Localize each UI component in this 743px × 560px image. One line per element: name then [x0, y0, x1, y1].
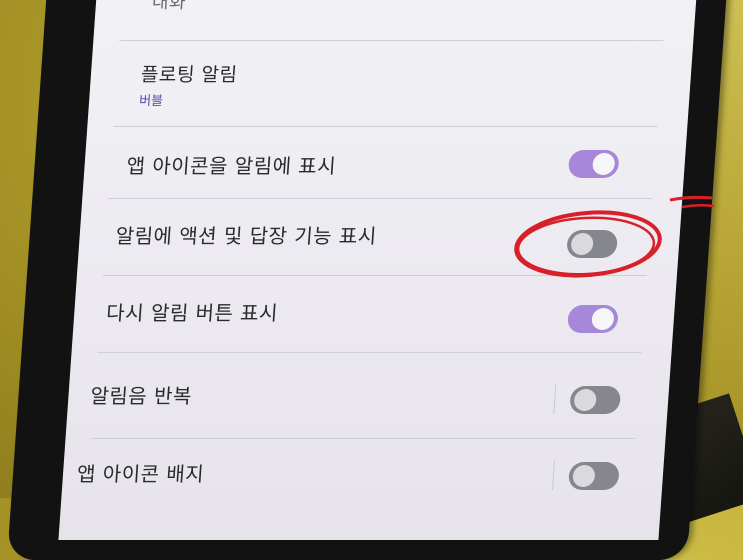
toggle-knob [591, 308, 615, 330]
toggle-knob [591, 153, 616, 175]
floating-notification-value: 버블 [138, 94, 164, 109]
app-icon-badge-label: 앱 아이콘 배지 [76, 462, 205, 486]
toggle-knob [573, 389, 597, 411]
action-reply-label: 알림에 액션 및 답장 기능 표시 [114, 224, 378, 248]
conversation-setting-label[interactable]: 대화 [151, 0, 187, 14]
floating-notification-label: 플로팅 알림 [140, 64, 239, 86]
action-reply-row[interactable]: 알림에 액션 및 답장 기능 표시 [77, 198, 682, 274]
floating-notification-row[interactable]: 플로팅 알림 버블 [87, 40, 693, 128]
snooze-button-label: 다시 알림 버튼 표시 [105, 301, 279, 325]
app-icon-in-notification-row[interactable]: 앱 아이콘을 알림에 표시 [82, 126, 687, 200]
snooze-button-toggle[interactable] [566, 305, 619, 333]
app-icon-badge-toggle[interactable] [567, 462, 620, 490]
repeat-sound-toggle[interactable] [569, 386, 622, 414]
app-icon-in-notification-toggle[interactable] [567, 150, 620, 178]
app-icon-in-notification-label: 앱 아이콘을 알림에 표시 [125, 154, 337, 178]
vertical-separator [551, 460, 556, 490]
settings-screen: 대화 플로팅 알림 버블 앱 아이콘을 알림에 표시 알림에 액션 및 답장 기… [58, 0, 698, 540]
repeat-sound-row[interactable]: 알림음 반복 [66, 352, 672, 438]
vertical-separator [553, 384, 557, 414]
snooze-button-row[interactable]: 다시 알림 버튼 표시 [72, 275, 677, 351]
toggle-knob [570, 233, 594, 255]
app-icon-badge-row[interactable]: 앱 아이콘 배지 [60, 438, 666, 518]
action-reply-toggle[interactable] [566, 230, 619, 258]
repeat-sound-label: 알림음 반복 [89, 384, 193, 408]
toggle-knob [572, 465, 596, 487]
